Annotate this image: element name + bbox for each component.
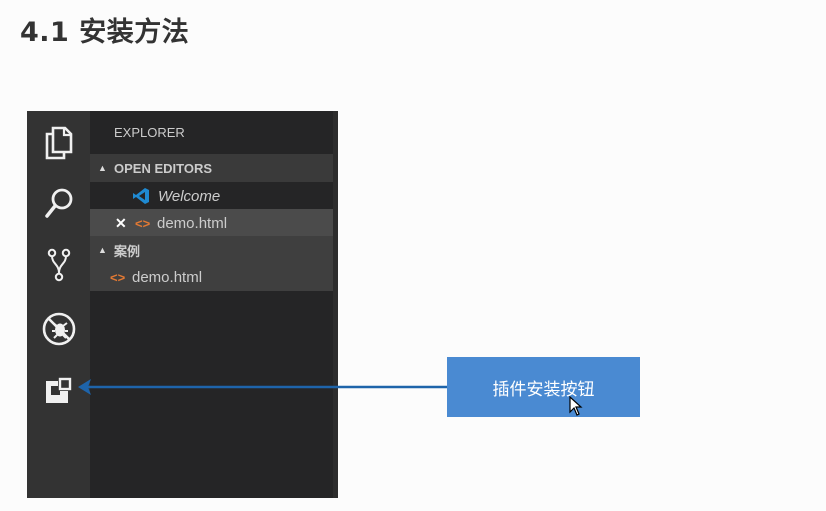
arrow [78, 379, 447, 395]
mouse-cursor-icon [569, 396, 583, 416]
callout-label: 插件安装按钮 [447, 357, 640, 417]
